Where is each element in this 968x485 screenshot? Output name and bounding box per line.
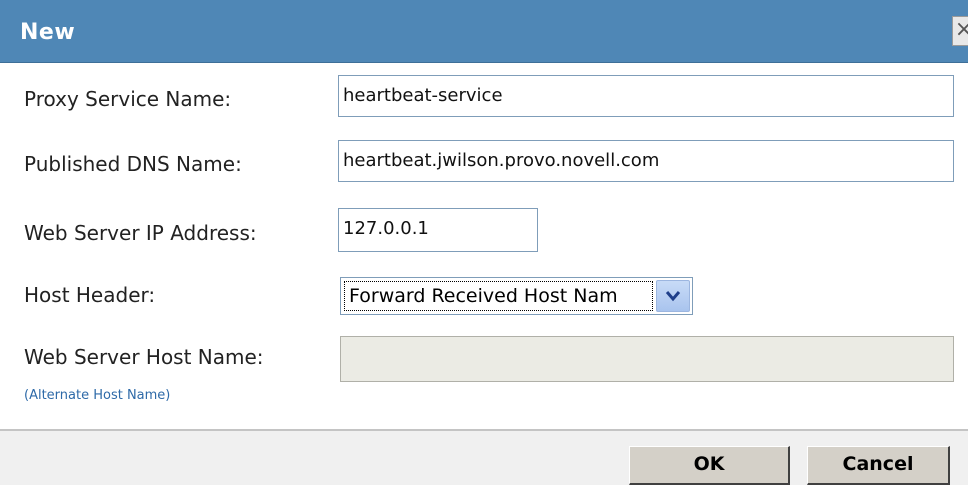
web-server-ip-label: Web Server IP Address: xyxy=(24,221,257,245)
proxy-service-name-label: Proxy Service Name: xyxy=(24,87,232,111)
web-server-ip-input[interactable]: 127.0.0.1 xyxy=(338,208,538,252)
alternate-host-name-link[interactable]: (Alternate Host Name) xyxy=(24,388,170,403)
proxy-service-name-input[interactable]: heartbeat-service xyxy=(338,75,954,117)
dialog-titlebar: New × xyxy=(0,0,968,63)
dialog-title: New xyxy=(20,20,76,45)
close-icon[interactable]: × xyxy=(952,16,968,46)
chevron-down-icon[interactable] xyxy=(656,280,690,312)
ok-button[interactable]: OK xyxy=(629,446,790,485)
new-proxy-service-dialog: New × Proxy Service Name: heartbeat-serv… xyxy=(0,0,968,485)
web-server-host-name-label: Web Server Host Name: xyxy=(24,345,264,369)
host-header-label: Host Header: xyxy=(24,283,156,307)
host-header-selected-value: Forward Received Host Nam xyxy=(344,281,653,311)
cancel-button[interactable]: Cancel xyxy=(807,446,950,485)
published-dns-name-input[interactable]: heartbeat.jwilson.provo.novell.com xyxy=(338,140,954,182)
published-dns-name-label: Published DNS Name: xyxy=(24,152,242,176)
host-header-select[interactable]: Forward Received Host Nam xyxy=(340,277,693,315)
web-server-host-name-input xyxy=(340,336,954,382)
